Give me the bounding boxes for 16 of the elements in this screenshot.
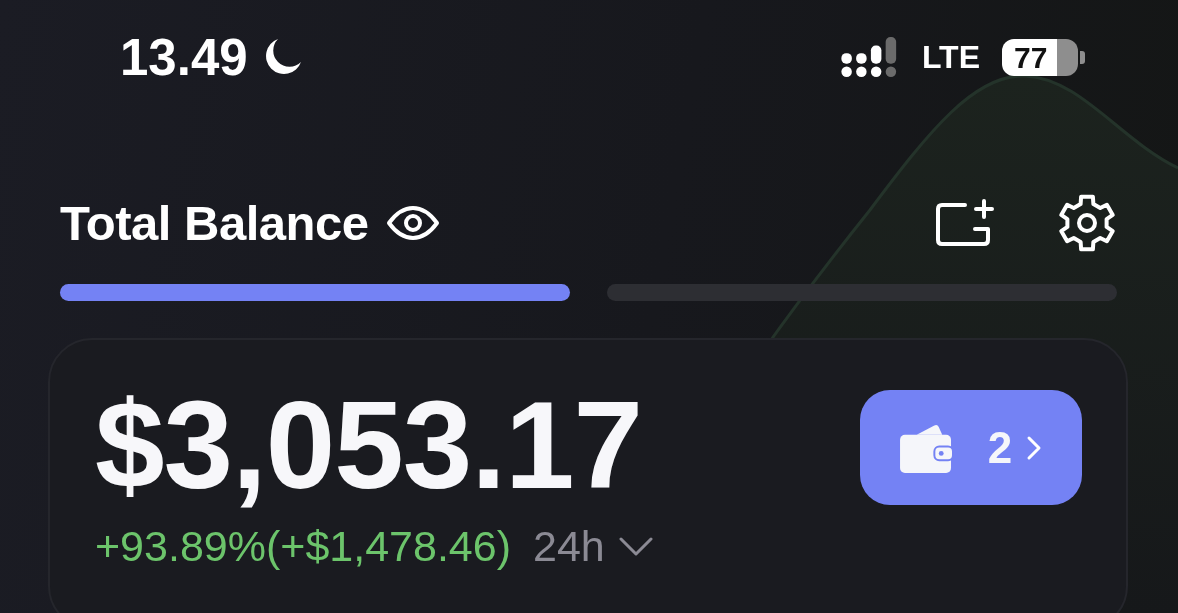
- add-card-icon[interactable]: [935, 199, 995, 247]
- chevron-right-icon: [1026, 434, 1043, 461]
- wallets-button[interactable]: 2: [860, 390, 1082, 505]
- period-dropdown[interactable]: 24h: [533, 525, 653, 568]
- battery-percentage: 77: [1014, 42, 1048, 73]
- battery-icon: [1002, 38, 1085, 76]
- signal-icon: [839, 37, 898, 77]
- settings-icon[interactable]: [1057, 193, 1117, 253]
- balance-change: +93.89%(+$1,478.46): [95, 525, 511, 568]
- total-balance-title: Total Balance: [60, 195, 369, 251]
- network-type: LTE: [921, 41, 980, 73]
- eye-icon[interactable]: [386, 206, 441, 240]
- balance-amount: $3,053.17: [95, 382, 643, 507]
- wallet-icon: [899, 422, 954, 473]
- chevron-down-icon: [618, 537, 653, 556]
- status-time: 13.49: [120, 31, 248, 83]
